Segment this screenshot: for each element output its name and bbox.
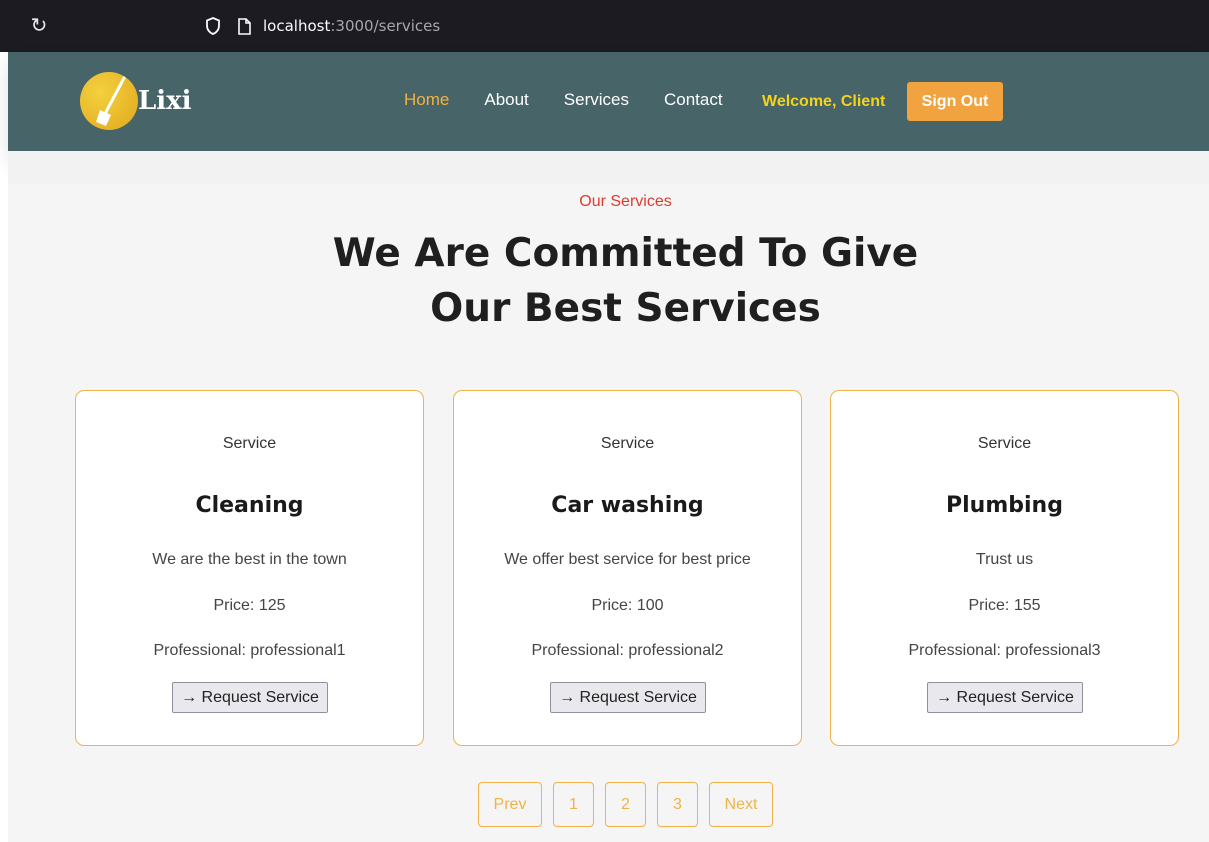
prev-page-button[interactable]: Prev: [478, 782, 542, 827]
request-service-button[interactable]: → Request Service: [550, 682, 706, 713]
sign-out-button[interactable]: Sign Out: [907, 82, 1003, 121]
service-description: We offer best service for best price: [504, 551, 751, 568]
logo-broom-icon: [80, 72, 138, 130]
page-button-2[interactable]: 2: [605, 782, 646, 827]
nav-link-home[interactable]: Home: [404, 90, 449, 110]
service-professional: Professional: professional3: [908, 642, 1101, 659]
request-service-button[interactable]: → Request Service: [172, 682, 328, 713]
arrow-right-icon: →: [936, 688, 957, 706]
pagination: Prev 1 2 3 Next: [478, 782, 784, 827]
nav-link-contact[interactable]: Contact: [664, 90, 723, 110]
service-card-plumbing: Service Plumbing Trust us Price: 155 Pro…: [830, 390, 1179, 746]
url-path: :3000/services: [330, 17, 441, 35]
arrow-right-icon: →: [181, 688, 202, 706]
service-description: Trust us: [975, 551, 1034, 568]
browser-toolbar: ↻ localhost:3000/services: [0, 0, 1209, 52]
section-headline: We Are Committed To Give Our Best Servic…: [8, 226, 1209, 336]
service-price: Price: 155: [968, 597, 1041, 614]
service-title: Plumbing: [946, 493, 1063, 518]
reload-icon[interactable]: ↻: [28, 14, 50, 36]
page-button-3[interactable]: 3: [657, 782, 698, 827]
service-description: We are the best in the town: [152, 551, 347, 568]
shield-icon: [206, 17, 220, 35]
arrow-right-icon: →: [559, 688, 580, 706]
request-service-label: Request Service: [956, 688, 1074, 706]
nav-menu: Home About Services Contact: [404, 90, 758, 110]
next-page-button[interactable]: Next: [709, 782, 773, 827]
service-label: Service: [222, 435, 277, 452]
service-card-cleaning: Service Cleaning We are the best in the …: [75, 390, 424, 746]
service-price: Price: 125: [213, 597, 286, 614]
url-host: localhost: [263, 17, 331, 35]
headline-line-1: We Are Committed To Give: [332, 231, 919, 276]
headline-line-2: Our Best Services: [430, 286, 821, 331]
service-label: Service: [977, 435, 1032, 452]
service-price: Price: 100: [591, 597, 664, 614]
logo-text: Lixi: [138, 86, 192, 116]
logo[interactable]: Lixi: [80, 72, 210, 132]
site-header: Lixi Home About Services Contact Welcome…: [8, 52, 1209, 151]
service-card-car-washing: Service Car washing We offer best servic…: [453, 390, 802, 746]
request-service-button[interactable]: → Request Service: [927, 682, 1083, 713]
service-professional: Professional: professional2: [531, 642, 724, 659]
service-title: Car washing: [551, 493, 704, 518]
section-eyebrow: Our Services: [579, 193, 672, 210]
service-label: Service: [600, 435, 655, 452]
welcome-message: Welcome, Client: [762, 93, 886, 110]
request-service-label: Request Service: [201, 688, 319, 706]
request-service-label: Request Service: [579, 688, 697, 706]
nav-link-about[interactable]: About: [484, 90, 528, 110]
url-bar[interactable]: localhost:3000/services: [195, 10, 1209, 42]
header-shadow-strip: [8, 151, 1209, 184]
url-text[interactable]: localhost:3000/services: [263, 17, 440, 35]
page-button-1[interactable]: 1: [553, 782, 594, 827]
nav-link-services[interactable]: Services: [564, 90, 629, 110]
service-title: Cleaning: [195, 493, 304, 518]
broom-icon: [96, 76, 126, 126]
service-professional: Professional: professional1: [153, 642, 346, 659]
page-icon: [238, 17, 251, 35]
services-section: Our Services We Are Committed To Give Ou…: [8, 184, 1209, 842]
